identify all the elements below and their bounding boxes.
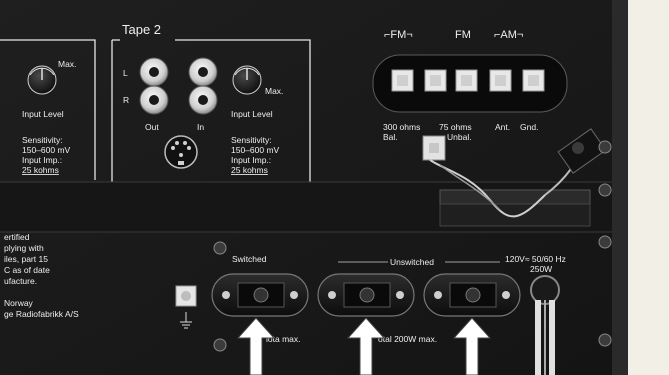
fm-balun-plug[interactable]	[422, 135, 446, 161]
gnd-label: Gnd.	[520, 122, 538, 132]
compliance-line: Norway	[4, 298, 34, 308]
impedance-value-2: 25 kohms	[231, 165, 268, 175]
terminal-75-label: 75 ohms	[439, 122, 472, 132]
input-level-label-1: Input Level	[22, 109, 64, 119]
terminal-am-gnd[interactable]	[522, 69, 545, 92]
sensitivity-range-2: 150–600 mV	[231, 145, 280, 155]
am-group-label: ⌐AM¬	[494, 29, 523, 41]
impedance-value-1: 25 kohms	[22, 165, 59, 175]
unswitched-ac-socket-2[interactable]	[423, 273, 521, 317]
switched-ac-socket[interactable]	[211, 273, 309, 317]
screw-icon	[213, 338, 227, 352]
in-label: In	[197, 122, 204, 132]
compliance-line: plying with	[4, 243, 44, 253]
din-socket[interactable]	[164, 135, 198, 169]
compliance-line: iles, part 15	[4, 254, 48, 264]
input-imp-label-1: Input Imp.:	[22, 155, 62, 165]
ant-label: Ant.	[495, 122, 510, 132]
unswitched-ac-socket-1[interactable]	[317, 273, 415, 317]
fm-label: FM	[455, 29, 471, 41]
unswitched-max-label: otal 200W max.	[378, 334, 437, 344]
compliance-line: ge Radiofabrikk A/S	[4, 309, 79, 319]
photo-scene: Max. Input Level Sensitivity: 150–600 mV…	[0, 0, 669, 375]
terminal-300-a[interactable]	[391, 69, 414, 92]
rca-in-right[interactable]	[188, 85, 218, 115]
terminal-300-sub: Bal.	[383, 132, 398, 142]
power-cord	[530, 275, 560, 375]
compliance-line: C as of date	[4, 265, 50, 275]
terminal-75-sub: Unbal.	[447, 132, 472, 142]
terminal-300-label: 300 ohms	[383, 122, 420, 132]
compliance-line: ufacture.	[4, 276, 37, 286]
input-imp-label-2: Input Imp.:	[231, 155, 271, 165]
screw-icon	[598, 140, 612, 154]
terminal-am-ant[interactable]	[489, 69, 512, 92]
channel-l-label: L	[123, 68, 128, 78]
out-label: Out	[145, 122, 159, 132]
mains-rating-label: 120V≈ 50/60 Hz	[505, 254, 566, 264]
input-level-label-2: Input Level	[231, 109, 273, 119]
sensitivity-label-1: Sensitivity:	[22, 135, 63, 145]
knob-max-label-2: Max.	[265, 86, 283, 96]
fm-group-label: ⌐FM¬	[384, 29, 413, 41]
watts-label: 250W	[530, 264, 552, 274]
sensitivity-range-1: 150–600 mV	[22, 145, 71, 155]
channel-r-label: R	[123, 95, 129, 105]
compliance-line: ertified	[4, 232, 30, 242]
rca-out-left[interactable]	[139, 57, 169, 87]
rca-in-left[interactable]	[188, 57, 218, 87]
terminal-75[interactable]	[455, 69, 478, 92]
screw-icon	[598, 235, 612, 249]
panel-edge	[612, 0, 628, 375]
unswitched-label: Unswitched	[390, 257, 434, 267]
screw-icon	[598, 333, 612, 347]
screw-icon	[213, 241, 227, 255]
knob-max-label-1: Max.	[58, 59, 76, 69]
sensitivity-label-2: Sensitivity:	[231, 135, 272, 145]
tape2-title: Tape 2	[122, 22, 161, 37]
ground-terminal[interactable]	[175, 285, 197, 307]
terminal-300-b[interactable]	[424, 69, 447, 92]
rca-out-right[interactable]	[139, 85, 169, 115]
switched-label: Switched	[232, 254, 267, 264]
screw-icon	[598, 183, 612, 197]
